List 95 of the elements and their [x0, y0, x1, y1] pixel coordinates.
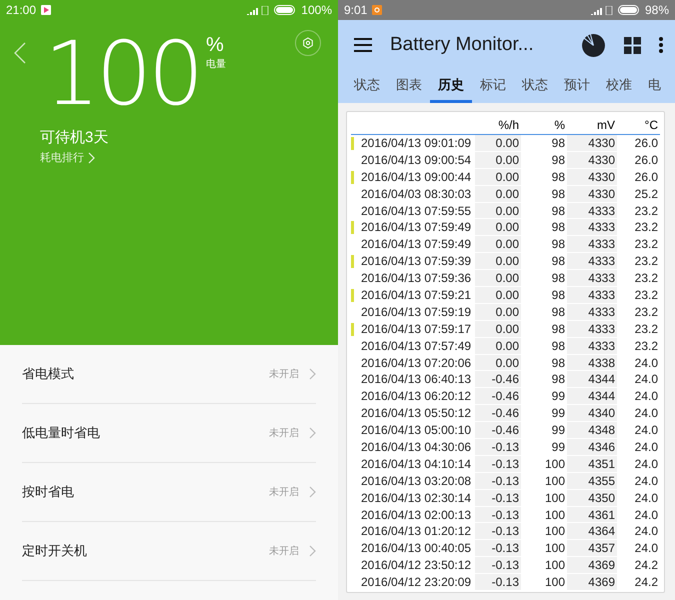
table-cell: 4330 — [567, 168, 617, 186]
tab[interactable]: 图表 — [388, 70, 430, 103]
battery-percent: 98% — [644, 3, 669, 17]
setting-label[interactable]: 低电量时省电 — [22, 424, 100, 442]
setting-label[interactable]: 省电模式 — [22, 365, 74, 383]
battery-percent: 100% — [301, 3, 332, 17]
table-cell: 4333 — [567, 202, 617, 220]
settings-button[interactable] — [295, 30, 321, 56]
table-cell: 4369 — [567, 574, 617, 592]
table-cell: 4346 — [567, 439, 617, 456]
chevron-icon — [309, 545, 316, 557]
table-cell: -0.13 — [475, 540, 521, 558]
menu-icon[interactable] — [354, 38, 372, 52]
table-cell: 4338 — [567, 354, 617, 372]
table-cell: 0.00 — [475, 320, 521, 338]
table-cell: -0.13 — [475, 557, 521, 574]
tab[interactable]: 校准 — [598, 70, 640, 103]
table-cell: 4361 — [567, 506, 617, 524]
table-cell: -0.46 — [475, 422, 521, 440]
table-cell: -0.13 — [475, 490, 521, 507]
battery-icon — [274, 5, 296, 15]
app-title: Battery Monitor... — [390, 34, 534, 56]
table-cell: 4333 — [567, 304, 617, 321]
table-cell: 4369 — [567, 557, 617, 574]
table-cell: 0.00 — [475, 287, 521, 304]
settings-icon — [302, 37, 314, 49]
table-cell: 4355 — [567, 472, 617, 490]
table-cell: 4357 — [567, 540, 617, 558]
table-cell: 4330 — [567, 152, 617, 169]
tab[interactable]: 历史 — [430, 70, 472, 103]
chevron-icon — [309, 486, 316, 498]
status-time: 21:00 — [6, 3, 36, 17]
table-cell: 4333 — [567, 338, 617, 355]
chevron-icon — [88, 152, 95, 164]
play-store-icon — [41, 5, 52, 15]
table-cell: 4333 — [567, 219, 617, 236]
table-cell: 4333 — [567, 287, 617, 304]
tab[interactable]: 标记 — [472, 70, 514, 103]
table-cell: -0.13 — [475, 574, 521, 592]
tab[interactable]: 预计 — [556, 70, 598, 103]
table-cell: 0.00 — [475, 219, 521, 236]
notification-icon — [372, 5, 382, 15]
table-cell: 4364 — [567, 523, 617, 540]
table-cell: 4348 — [567, 422, 617, 440]
table-cell: -0.13 — [475, 506, 521, 524]
table-cell: 4330 — [567, 186, 617, 203]
table-cell: -0.46 — [475, 371, 521, 388]
setting-status: 未开启 — [269, 426, 299, 440]
percent-sign: % — [206, 34, 225, 57]
setting-status: 未开启 — [269, 544, 299, 558]
table-cell: 4344 — [567, 388, 617, 406]
table-cell: 4330 — [567, 135, 617, 152]
table-cell: 4344 — [567, 371, 617, 388]
setting-status: 未开启 — [269, 486, 299, 499]
table-cell: 0.00 — [475, 135, 521, 152]
table-cell: 0.00 — [475, 152, 521, 169]
setting-label[interactable]: 按时省电 — [22, 483, 74, 501]
table-cell: -0.13 — [475, 523, 521, 540]
tab[interactable]: 状态 — [514, 70, 556, 103]
table-cell: -0.13 — [475, 456, 521, 473]
table-cell: -0.46 — [475, 405, 521, 422]
tab[interactable]: 电 — [640, 70, 669, 103]
tab[interactable]: 状态 — [346, 70, 388, 103]
battery-icon — [618, 5, 640, 15]
standby-time: 可待机3天 — [40, 128, 110, 147]
table-cell: 0.00 — [475, 338, 521, 355]
table-cell: 4350 — [567, 490, 617, 507]
chevron-icon — [309, 368, 316, 380]
pie-chart-icon[interactable] — [581, 32, 606, 58]
grid-icon[interactable] — [624, 36, 641, 54]
table-cell: 4351 — [567, 456, 617, 473]
table-cell: 4333 — [567, 253, 617, 270]
table-cell: 4333 — [567, 236, 617, 254]
table-cell: -0.46 — [475, 388, 521, 406]
table-cell: 0.00 — [475, 270, 521, 288]
chevron-icon — [309, 427, 316, 439]
table-cell: 0.00 — [475, 253, 521, 270]
table-cell: 4333 — [567, 270, 617, 288]
more-icon[interactable] — [659, 37, 663, 53]
table-cell: 0.00 — [475, 354, 521, 372]
table-cell: 0.00 — [475, 304, 521, 321]
table-cell: 0.00 — [475, 236, 521, 254]
table-cell: 0.00 — [475, 202, 521, 220]
level-label: 电量 — [206, 58, 226, 71]
table-cell: 4340 — [567, 405, 617, 422]
battery-level: 100 — [44, 30, 200, 118]
status-time: 9:01 — [344, 3, 368, 17]
setting-label[interactable]: 定时开关机 — [22, 542, 87, 560]
table-cell: 0.00 — [475, 186, 521, 203]
table-cell: -0.13 — [475, 472, 521, 490]
table-cell: -0.13 — [475, 439, 521, 456]
signal-icon — [247, 6, 270, 14]
setting-status: 未开启 — [269, 368, 299, 381]
table-cell: 0.00 — [475, 168, 521, 186]
table-cell: 4333 — [567, 320, 617, 338]
